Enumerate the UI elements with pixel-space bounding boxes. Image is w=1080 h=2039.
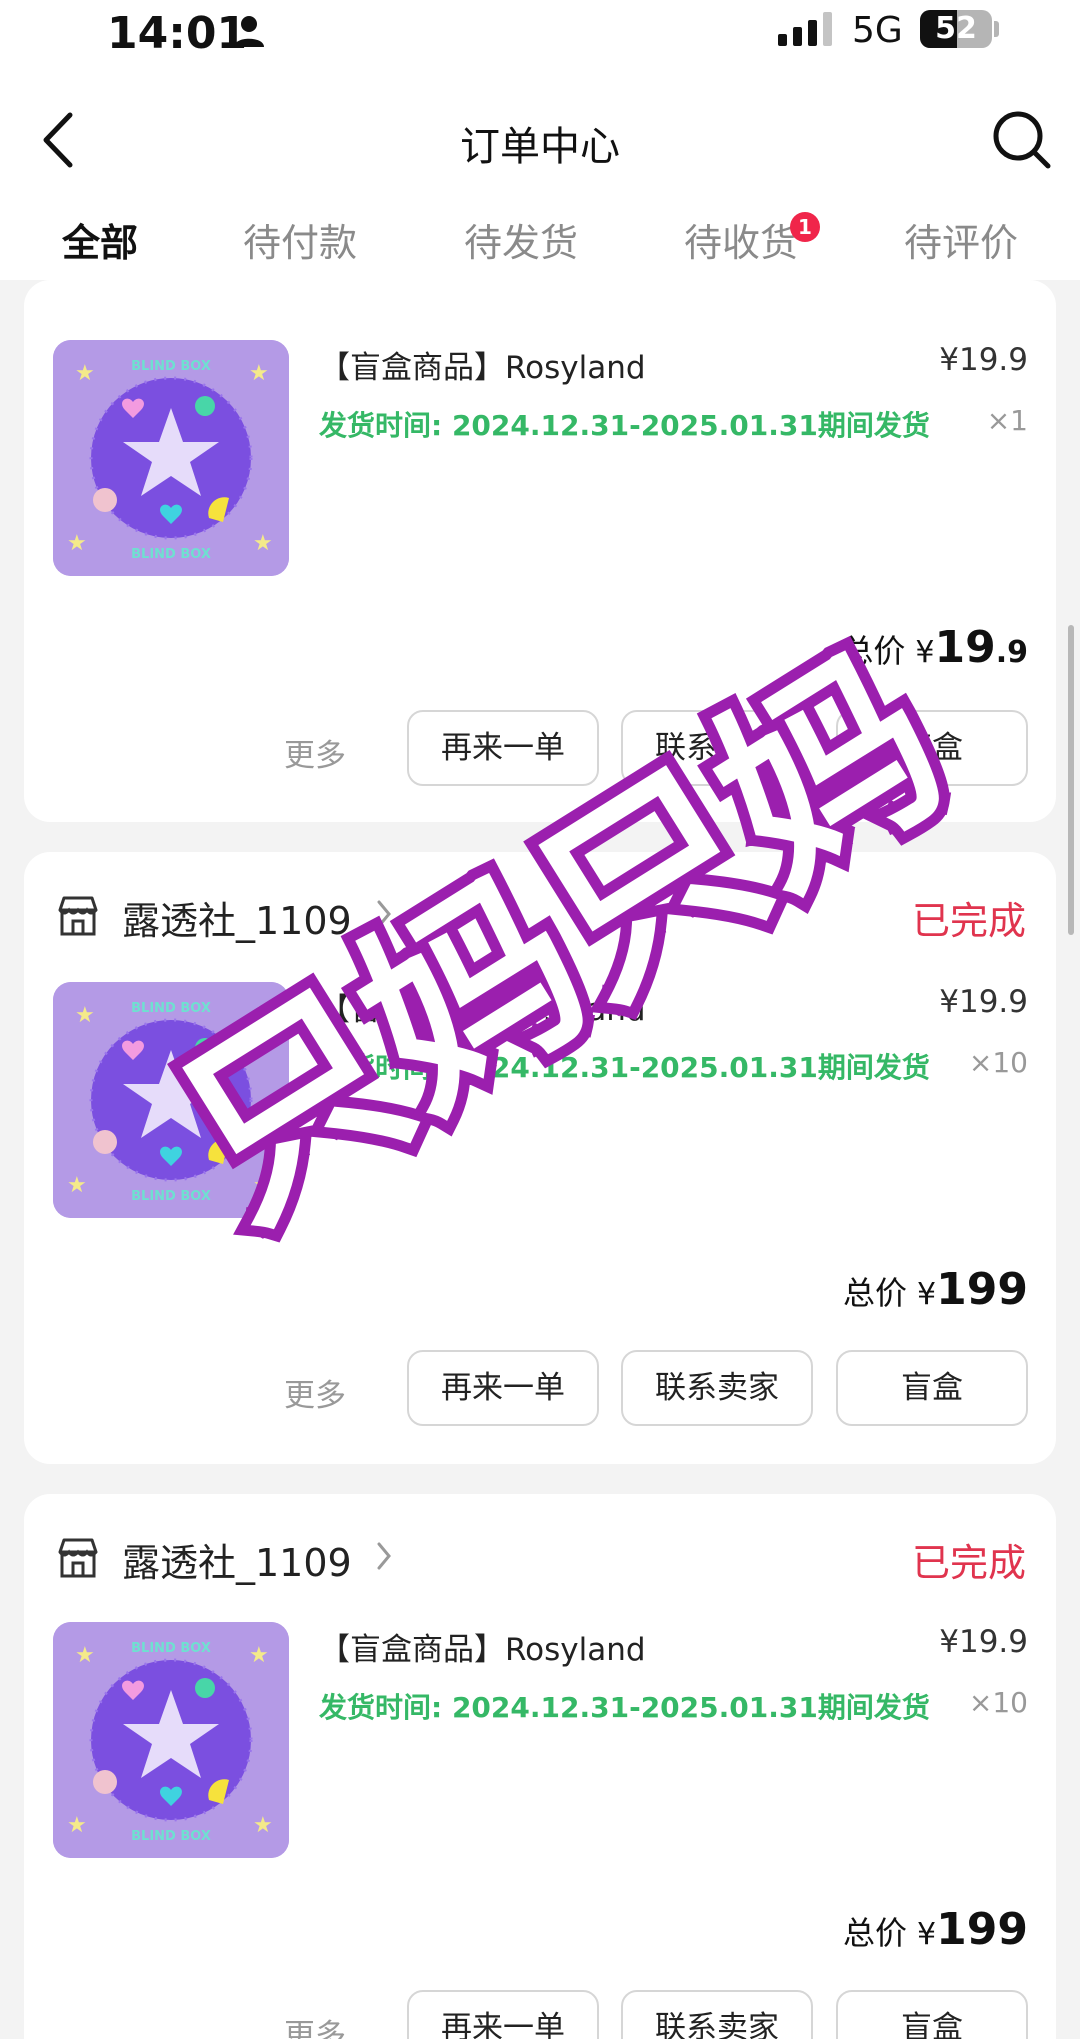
product-thumbnail[interactable]: BLIND BOX BLIND BOX ★ ★ ★ ★ — [53, 1622, 289, 1858]
total-value: 19 — [934, 622, 996, 673]
svg-text:★: ★ — [75, 1003, 95, 1028]
ship-time: 发货时间: 2024.12.31-2025.01.31期间发货 — [319, 409, 930, 442]
more-button[interactable]: 更多 — [284, 730, 346, 775]
blind-box-image: BLIND BOX BLIND BOX ★ ★ ★ ★ — [53, 1622, 289, 1858]
ship-time: 发货时间: 2024.12.31-2025.01.31期间发货 — [319, 1051, 930, 1084]
tab-pending-shipment[interactable]: 待发货 — [464, 212, 578, 267]
total-value: 199 — [936, 1264, 1028, 1315]
thumb-label-bottom: BLIND BOX — [131, 1829, 211, 1844]
svg-text:★: ★ — [249, 1643, 269, 1668]
product-price: ¥19.9 — [939, 1624, 1028, 1660]
svg-text:★: ★ — [249, 1003, 269, 1028]
contact-seller-button[interactable]: 联系卖家 — [621, 710, 813, 786]
thumb-label-top: BLIND BOX — [131, 1641, 211, 1656]
order-total: 总价 ¥199 — [843, 1264, 1028, 1315]
total-value: 199 — [936, 1904, 1028, 1955]
reorder-button[interactable]: 再来一单 — [407, 710, 599, 786]
svg-text:★: ★ — [253, 1173, 273, 1198]
contact-seller-button[interactable]: 联系卖家 — [621, 1350, 813, 1426]
thumb-label-bottom: BLIND BOX — [131, 1189, 211, 1204]
svg-text:★: ★ — [67, 531, 87, 556]
reorder-button[interactable]: 再来一单 — [407, 1990, 599, 2039]
total-currency: ¥ — [917, 1917, 937, 1952]
product-qty: ×10 — [968, 1686, 1028, 1719]
svg-text:★: ★ — [67, 1813, 87, 1838]
blind-box-button[interactable]: 盲盒 — [836, 1350, 1028, 1426]
tab-pending-receipt[interactable]: 待收货 — [684, 212, 798, 267]
blind-box-button[interactable]: 盲盒 — [836, 710, 1028, 786]
svg-text:★: ★ — [67, 1173, 87, 1198]
blind-box-image: BLIND BOX BLIND BOX ★ ★ ★ ★ — [53, 340, 289, 576]
thumb-label-top: BLIND BOX — [131, 359, 211, 374]
reorder-button[interactable]: 再来一单 — [407, 1350, 599, 1426]
shop-name[interactable]: 露透社_1109 — [122, 1532, 352, 1587]
svg-text:★: ★ — [253, 531, 273, 556]
total-decimal: .9 — [995, 635, 1028, 670]
tab-pending-payment[interactable]: 待付款 — [243, 212, 357, 267]
battery-level: 52 — [935, 11, 977, 46]
product-thumbnail[interactable]: BLIND BOX BLIND BOX ★ ★ ★ ★ — [53, 982, 289, 1218]
blind-box-image: BLIND BOX BLIND BOX ★ ★ ★ ★ — [53, 982, 289, 1218]
more-button[interactable]: 更多 — [284, 1370, 346, 1415]
total-label: 总价 — [843, 1274, 908, 1312]
total-label: 总价 — [843, 1914, 908, 1952]
order-status: 已完成 — [911, 899, 1026, 943]
contact-seller-button[interactable]: 联系卖家 — [621, 1990, 813, 2039]
battery-icon: 52 — [920, 10, 992, 48]
shop-name[interactable]: 露透社_1109 — [122, 890, 352, 945]
store-icon — [58, 1538, 98, 1578]
battery-cap — [994, 21, 999, 37]
svg-text:★: ★ — [253, 1813, 273, 1838]
blind-box-button[interactable]: 盲盒 — [836, 1990, 1028, 2039]
order-tabs: 全部 待付款 待发货 待收货 待评价 — [0, 212, 1080, 298]
person-icon — [234, 16, 264, 47]
svg-text:★: ★ — [75, 1643, 95, 1668]
order-total: 总价 ¥19.9 — [841, 622, 1028, 673]
thumb-label-bottom: BLIND BOX — [131, 547, 211, 562]
total-currency: ¥ — [917, 1277, 937, 1312]
thumb-label-top: BLIND BOX — [131, 1001, 211, 1016]
svg-text:★: ★ — [249, 361, 269, 386]
product-title[interactable]: 【盲盒商品】Rosyland — [319, 984, 646, 1029]
tab-badge: 1 — [790, 212, 820, 242]
product-title[interactable]: 【盲盒商品】Rosyland — [319, 342, 646, 387]
ship-time: 发货时间: 2024.12.31-2025.01.31期间发货 — [319, 1691, 930, 1724]
page-title: 订单中心 — [460, 124, 620, 170]
order-card: 露透社_1109 已完成 BLIND BOX BLIND BOX ★ ★ ★ ★… — [24, 852, 1056, 1464]
header: 订单中心 全部 待付款 待发货 待收货 待评价 1 — [0, 70, 1080, 298]
search-icon[interactable] — [990, 108, 1054, 172]
scrollbar[interactable] — [1068, 625, 1074, 935]
total-label: 总价 — [841, 632, 906, 670]
status-bar: 14:01 5G 52 — [0, 0, 1080, 70]
order-status: 已完成 — [911, 1541, 1026, 1585]
network-type: 5G — [852, 10, 903, 51]
status-time: 14:01 — [107, 8, 248, 59]
tab-pending-review[interactable]: 待评价 — [904, 212, 1018, 267]
order-card: BLIND BOX BLIND BOX ★ ★ ★ ★ 【盲盒商品】Rosyla… — [24, 280, 1056, 822]
svg-text:★: ★ — [75, 361, 95, 386]
chevron-right-icon[interactable] — [374, 1540, 394, 1572]
tab-all[interactable]: 全部 — [62, 212, 138, 267]
product-qty: ×1 — [986, 404, 1028, 437]
chevron-right-icon[interactable] — [374, 898, 394, 930]
order-card: 露透社_1109 已完成 BLIND BOX BLIND BOX ★ ★ ★ ★… — [24, 1494, 1056, 2039]
product-price: ¥19.9 — [939, 984, 1028, 1020]
product-thumbnail[interactable]: BLIND BOX BLIND BOX ★ ★ ★ ★ — [53, 340, 289, 576]
total-currency: ¥ — [915, 635, 935, 670]
product-qty: ×10 — [968, 1046, 1028, 1079]
more-button[interactable]: 更多 — [284, 2010, 346, 2039]
signal-icon — [778, 12, 832, 46]
product-title[interactable]: 【盲盒商品】Rosyland — [319, 1624, 646, 1669]
order-total: 总价 ¥199 — [843, 1904, 1028, 1955]
product-price: ¥19.9 — [939, 342, 1028, 378]
store-icon — [58, 896, 98, 936]
